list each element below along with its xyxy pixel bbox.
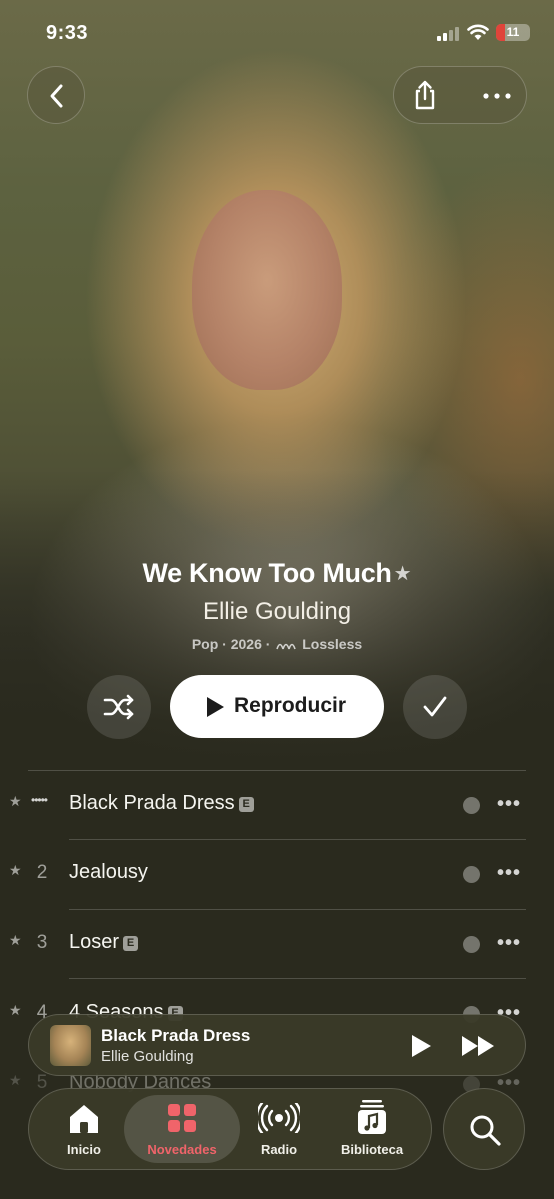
tab-bar: Inicio Novedades Radio Biblioteca — [28, 1088, 432, 1170]
music-library-icon — [358, 1100, 386, 1134]
tab-label: Novedades — [147, 1142, 217, 1157]
wifi-icon — [467, 24, 489, 40]
tab-novedades[interactable]: Novedades — [124, 1095, 240, 1163]
explicit-badge: E — [238, 797, 254, 812]
meta-separator: · — [265, 636, 271, 652]
mini-player-artwork — [50, 1025, 91, 1066]
tab-radio[interactable]: Radio — [229, 1095, 329, 1163]
ellipsis-icon — [483, 93, 511, 99]
album-year: 2026 — [230, 636, 262, 652]
chevron-left-icon — [50, 84, 63, 108]
play-icon — [207, 697, 224, 717]
track-more-button[interactable]: ••• — [497, 793, 521, 816]
mini-player[interactable]: Black Prada Dress Ellie Goulding — [28, 1014, 526, 1076]
track-row[interactable]: ★ ••••• Black Prada Dress E ••• — [0, 771, 554, 840]
track-title: Black Prada Dress E — [69, 792, 254, 815]
track-number: 5 — [36, 1072, 48, 1093]
share-icon — [415, 80, 435, 110]
album-title-row: We Know Too Much ★ — [0, 558, 554, 589]
track-number: 2 — [36, 862, 48, 883]
tab-label: Biblioteca — [340, 1142, 404, 1157]
cellular-signal-icon — [437, 27, 459, 41]
added-to-library-button[interactable] — [403, 675, 467, 739]
favorite-star-icon: ★ — [9, 1072, 22, 1088]
track-row[interactable]: ★ 3 Loser E ••• — [0, 910, 554, 979]
download-icon[interactable] — [463, 797, 480, 814]
album-artist[interactable]: Ellie Goulding — [0, 598, 554, 626]
explicit-badge: E — [123, 936, 139, 951]
artwork-portrait — [192, 190, 342, 390]
tab-inicio[interactable]: Inicio — [34, 1095, 134, 1163]
list-divider — [69, 978, 526, 979]
favorite-star-icon: ★ — [9, 932, 22, 948]
play-button[interactable]: Reproducir — [170, 675, 384, 738]
fast-forward-icon[interactable] — [461, 1035, 497, 1057]
search-button[interactable] — [443, 1088, 525, 1170]
checkmark-icon — [423, 696, 447, 717]
house-icon — [70, 1105, 98, 1133]
album-meta: Pop · 2026 · Lossless — [0, 636, 554, 652]
lossless-icon — [276, 643, 297, 650]
more-options-button[interactable] — [466, 67, 528, 125]
grid-icon — [168, 1104, 196, 1132]
track-title: Loser E — [69, 931, 139, 954]
play-button-label: Reproducir — [234, 694, 347, 717]
shuffle-button[interactable] — [87, 675, 151, 739]
now-playing-indicator-icon: ••••• — [31, 793, 48, 807]
download-icon[interactable] — [463, 936, 480, 953]
favorite-star-icon[interactable]: ★ — [394, 561, 412, 586]
mini-player-artist: Ellie Goulding — [101, 1048, 194, 1065]
radio-waves-icon — [258, 1103, 300, 1133]
search-icon — [470, 1115, 501, 1146]
tab-biblioteca[interactable]: Biblioteca — [322, 1095, 422, 1163]
top-actions — [393, 66, 527, 124]
favorite-star-icon: ★ — [9, 793, 22, 809]
track-number: 3 — [36, 932, 48, 953]
favorite-star-icon: ★ — [9, 1002, 22, 1018]
track-more-button[interactable]: ••• — [497, 932, 521, 955]
album-quality: Lossless — [302, 636, 363, 652]
download-icon[interactable] — [463, 866, 480, 883]
status-time: 9:33 — [46, 22, 89, 44]
shuffle-icon — [103, 694, 134, 720]
battery-icon: 11 — [496, 24, 530, 41]
track-more-button[interactable]: ••• — [497, 862, 521, 885]
back-button[interactable] — [27, 66, 85, 124]
album-title: We Know Too Much — [142, 558, 392, 588]
tab-label: Radio — [260, 1142, 298, 1157]
share-button[interactable] — [394, 67, 456, 125]
mini-player-title: Black Prada Dress — [101, 1026, 251, 1045]
favorite-star-icon: ★ — [9, 862, 22, 878]
battery-level: 11 — [506, 25, 520, 39]
track-row[interactable]: ★ 2 Jealousy ••• — [0, 840, 554, 909]
track-title: Jealousy — [69, 861, 148, 883]
play-icon[interactable] — [409, 1033, 433, 1059]
album-genre: Pop — [191, 636, 219, 652]
status-bar: 9:33 11 — [0, 18, 554, 50]
tab-label: Inicio — [67, 1142, 101, 1157]
meta-separator: · — [222, 636, 227, 652]
